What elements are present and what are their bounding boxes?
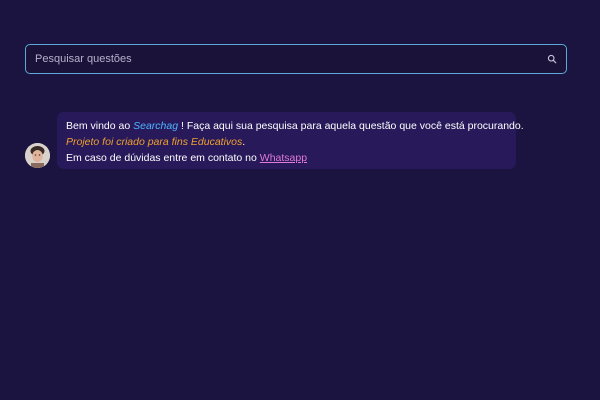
project-note: Projeto foi criado para fins Educativos [66,136,243,148]
contact-line: Em caso de dúvidas entre em contato no W… [66,150,507,166]
search-input[interactable] [26,45,526,73]
project-line: Projeto foi criado para fins Educativos. [66,134,507,150]
whatsapp-link[interactable]: Whatsapp [260,152,307,164]
welcome-suffix: ! Faça aqui sua pesquisa para aquela que… [178,120,524,132]
avatar-image [25,143,50,168]
welcome-message: Bem vindo ao Searchag ! Faça aqui sua pe… [57,112,524,169]
welcome-prefix: Bem vindo ao [66,120,134,132]
contact-prefix: Em caso de dúvidas entre em contato no [66,152,260,164]
welcome-line: Bem vindo ao Searchag ! Faça aqui sua pe… [66,118,524,134]
avatar [25,143,50,168]
search-box[interactable] [25,44,567,74]
page: Bem vindo ao Searchag ! Faça aqui sua pe… [0,0,600,400]
brand-name: Searchag [133,120,179,132]
project-note-period: . [242,136,246,148]
search-icon[interactable] [547,54,557,64]
